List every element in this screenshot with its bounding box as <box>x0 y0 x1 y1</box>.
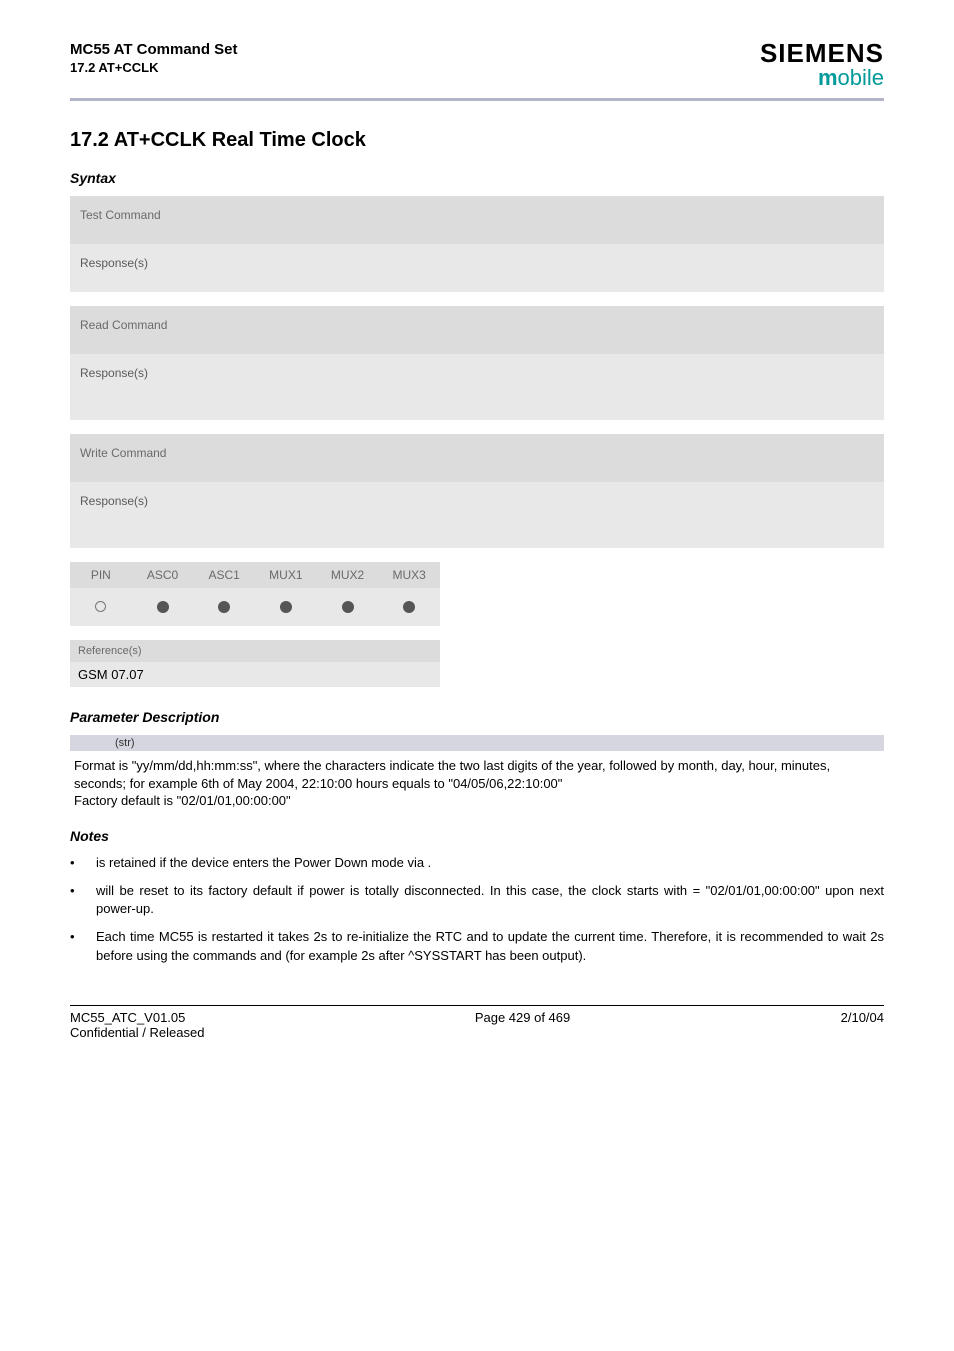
matrix-col-mux1: MUX1 <box>255 562 317 588</box>
matrix-cell-mux1 <box>255 592 317 622</box>
circle-filled-icon <box>218 601 230 613</box>
read-command-block: Read Command Response(s) <box>70 306 884 420</box>
bullet-icon: • <box>70 882 96 918</box>
circle-filled-icon <box>342 601 354 613</box>
note-item: • will be reset to its factory default i… <box>70 882 884 918</box>
header-left: MC55 AT Command Set 17.2 AT+CCLK <box>70 40 238 76</box>
param-type-bar: (str) <box>70 735 884 751</box>
read-command-response: Response(s) <box>70 354 884 420</box>
note-text: is retained if the device enters the Pow… <box>96 854 884 872</box>
note-text: Each time MC55 is restarted it takes 2s … <box>96 928 884 964</box>
notes-list: • is retained if the device enters the P… <box>70 854 884 965</box>
brand-sub-rest: obile <box>838 65 884 90</box>
param-text2: Factory default is "02/01/01,00:00:00" <box>74 793 291 808</box>
matrix-cell-pin <box>70 592 132 622</box>
param-description: Format is "yy/mm/dd,hh:mm:ss", where the… <box>70 757 884 810</box>
param-heading: Parameter Description <box>70 709 884 725</box>
footer-left: MC55_ATC_V01.05 Confidential / Released <box>70 1010 204 1040</box>
note-item: • Each time MC55 is restarted it takes 2… <box>70 928 884 964</box>
matrix-cell-asc0 <box>132 592 194 622</box>
reference-block: Reference(s) GSM 07.07 <box>70 640 440 687</box>
test-command-block: Test Command Response(s) <box>70 196 884 292</box>
matrix-col-asc1: ASC1 <box>193 562 255 588</box>
matrix-col-asc0: ASC0 <box>132 562 194 588</box>
page-footer: MC55_ATC_V01.05 Confidential / Released … <box>70 1005 884 1040</box>
page-header: MC55 AT Command Set 17.2 AT+CCLK SIEMENS… <box>70 40 884 98</box>
circle-filled-icon <box>403 601 415 613</box>
support-matrix: PIN ASC0 ASC1 MUX1 MUX2 MUX3 <box>70 562 440 626</box>
section-heading: 17.2 AT+CCLK Real Time Clock <box>70 129 884 152</box>
doc-subtitle: 17.2 AT+CCLK <box>70 60 238 77</box>
matrix-cell-mux2 <box>317 592 379 622</box>
brand-logo: SIEMENS <box>760 40 884 66</box>
doc-title: MC55 AT Command Set <box>70 40 238 60</box>
notes-heading: Notes <box>70 828 884 844</box>
footer-right: 2/10/04 <box>841 1010 884 1040</box>
write-command-block: Write Command Response(s) <box>70 434 884 548</box>
matrix-cell-asc1 <box>193 592 255 622</box>
brand-sub-m: m <box>818 65 838 90</box>
footer-conf: Confidential / Released <box>70 1025 204 1040</box>
syntax-heading: Syntax <box>70 170 884 186</box>
reference-label: Reference(s) <box>70 640 440 662</box>
read-command-label: Read Command <box>70 306 884 354</box>
header-divider <box>70 98 884 101</box>
brand-subtext: mobile <box>760 66 884 90</box>
footer-center: Page 429 of 469 <box>475 1010 570 1040</box>
test-command-label: Test Command <box>70 196 884 244</box>
param-text1: Format is "yy/mm/dd,hh:mm:ss", where the… <box>74 758 830 791</box>
write-command-response: Response(s) <box>70 482 884 548</box>
matrix-cell-mux3 <box>378 592 440 622</box>
matrix-body <box>70 588 440 626</box>
reference-value: GSM 07.07 <box>70 662 440 687</box>
circle-open-icon <box>95 601 106 612</box>
write-command-label: Write Command <box>70 434 884 482</box>
header-right: SIEMENS mobile <box>760 40 884 90</box>
circle-filled-icon <box>280 601 292 613</box>
bullet-icon: • <box>70 854 96 872</box>
matrix-col-pin: PIN <box>70 562 132 588</box>
matrix-col-mux3: MUX3 <box>378 562 440 588</box>
footer-version: MC55_ATC_V01.05 <box>70 1010 185 1025</box>
note-text: will be reset to its factory default if … <box>96 882 884 918</box>
matrix-col-mux2: MUX2 <box>317 562 379 588</box>
circle-filled-icon <box>157 601 169 613</box>
test-command-response: Response(s) <box>70 244 884 292</box>
bullet-icon: • <box>70 928 96 964</box>
note-item: • is retained if the device enters the P… <box>70 854 884 872</box>
matrix-header: PIN ASC0 ASC1 MUX1 MUX2 MUX3 <box>70 562 440 588</box>
